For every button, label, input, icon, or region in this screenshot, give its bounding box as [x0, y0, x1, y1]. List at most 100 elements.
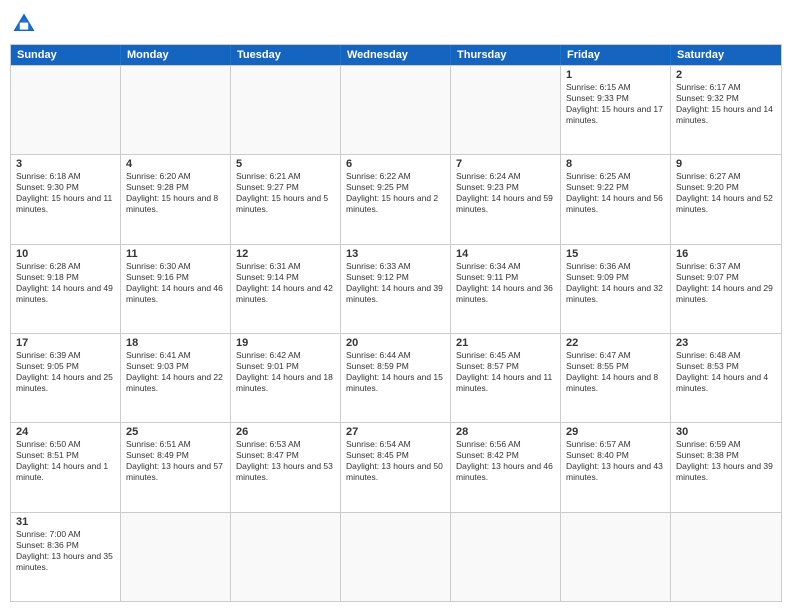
- day-cell-16: 16Sunrise: 6:37 AM Sunset: 9:07 PM Dayli…: [671, 245, 781, 333]
- day-cell-24: 24Sunrise: 6:50 AM Sunset: 8:51 PM Dayli…: [11, 423, 121, 511]
- day-info: Sunrise: 6:22 AM Sunset: 9:25 PM Dayligh…: [346, 171, 445, 215]
- day-number: 5: [236, 158, 335, 170]
- day-info: Sunrise: 6:28 AM Sunset: 9:18 PM Dayligh…: [16, 261, 115, 305]
- day-number: 15: [566, 248, 665, 260]
- calendar-body: 1Sunrise: 6:15 AM Sunset: 9:33 PM Daylig…: [11, 65, 781, 601]
- day-cell-22: 22Sunrise: 6:47 AM Sunset: 8:55 PM Dayli…: [561, 334, 671, 422]
- day-number: 2: [676, 69, 776, 81]
- calendar-row-3: 17Sunrise: 6:39 AM Sunset: 9:05 PM Dayli…: [11, 333, 781, 422]
- day-cell-25: 25Sunrise: 6:51 AM Sunset: 8:49 PM Dayli…: [121, 423, 231, 511]
- day-cell-11: 11Sunrise: 6:30 AM Sunset: 9:16 PM Dayli…: [121, 245, 231, 333]
- day-number: 30: [676, 426, 776, 438]
- day-number: 10: [16, 248, 115, 260]
- empty-cell-5-4: [451, 513, 561, 601]
- header-day-wednesday: Wednesday: [341, 45, 451, 65]
- empty-cell-5-2: [231, 513, 341, 601]
- day-number: 8: [566, 158, 665, 170]
- day-number: 18: [126, 337, 225, 349]
- day-info: Sunrise: 6:20 AM Sunset: 9:28 PM Dayligh…: [126, 171, 225, 215]
- day-info: Sunrise: 6:47 AM Sunset: 8:55 PM Dayligh…: [566, 350, 665, 394]
- empty-cell-5-6: [671, 513, 781, 601]
- day-info: Sunrise: 6:44 AM Sunset: 8:59 PM Dayligh…: [346, 350, 445, 394]
- day-cell-14: 14Sunrise: 6:34 AM Sunset: 9:11 PM Dayli…: [451, 245, 561, 333]
- day-cell-13: 13Sunrise: 6:33 AM Sunset: 9:12 PM Dayli…: [341, 245, 451, 333]
- day-cell-12: 12Sunrise: 6:31 AM Sunset: 9:14 PM Dayli…: [231, 245, 341, 333]
- day-number: 13: [346, 248, 445, 260]
- day-info: Sunrise: 6:21 AM Sunset: 9:27 PM Dayligh…: [236, 171, 335, 215]
- header-day-monday: Monday: [121, 45, 231, 65]
- header-day-tuesday: Tuesday: [231, 45, 341, 65]
- day-number: 27: [346, 426, 445, 438]
- header-day-friday: Friday: [561, 45, 671, 65]
- day-cell-5: 5Sunrise: 6:21 AM Sunset: 9:27 PM Daylig…: [231, 155, 341, 243]
- day-info: Sunrise: 6:51 AM Sunset: 8:49 PM Dayligh…: [126, 439, 225, 483]
- empty-cell-5-3: [341, 513, 451, 601]
- day-number: 25: [126, 426, 225, 438]
- empty-cell-0-2: [231, 66, 341, 154]
- day-info: Sunrise: 6:42 AM Sunset: 9:01 PM Dayligh…: [236, 350, 335, 394]
- empty-cell-5-1: [121, 513, 231, 601]
- calendar-row-0: 1Sunrise: 6:15 AM Sunset: 9:33 PM Daylig…: [11, 65, 781, 154]
- day-number: 14: [456, 248, 555, 260]
- day-number: 28: [456, 426, 555, 438]
- day-cell-6: 6Sunrise: 6:22 AM Sunset: 9:25 PM Daylig…: [341, 155, 451, 243]
- day-info: Sunrise: 6:48 AM Sunset: 8:53 PM Dayligh…: [676, 350, 776, 394]
- day-info: Sunrise: 6:24 AM Sunset: 9:23 PM Dayligh…: [456, 171, 555, 215]
- day-cell-23: 23Sunrise: 6:48 AM Sunset: 8:53 PM Dayli…: [671, 334, 781, 422]
- day-number: 23: [676, 337, 776, 349]
- day-cell-18: 18Sunrise: 6:41 AM Sunset: 9:03 PM Dayli…: [121, 334, 231, 422]
- logo: [10, 10, 42, 38]
- day-cell-8: 8Sunrise: 6:25 AM Sunset: 9:22 PM Daylig…: [561, 155, 671, 243]
- day-info: Sunrise: 6:34 AM Sunset: 9:11 PM Dayligh…: [456, 261, 555, 305]
- day-info: Sunrise: 6:25 AM Sunset: 9:22 PM Dayligh…: [566, 171, 665, 215]
- empty-cell-0-4: [451, 66, 561, 154]
- day-number: 26: [236, 426, 335, 438]
- day-number: 4: [126, 158, 225, 170]
- day-cell-2: 2Sunrise: 6:17 AM Sunset: 9:32 PM Daylig…: [671, 66, 781, 154]
- header: [10, 10, 782, 38]
- day-info: Sunrise: 7:00 AM Sunset: 8:36 PM Dayligh…: [16, 529, 115, 573]
- day-number: 9: [676, 158, 776, 170]
- empty-cell-0-1: [121, 66, 231, 154]
- calendar-row-5: 31Sunrise: 7:00 AM Sunset: 8:36 PM Dayli…: [11, 512, 781, 601]
- day-number: 19: [236, 337, 335, 349]
- day-cell-21: 21Sunrise: 6:45 AM Sunset: 8:57 PM Dayli…: [451, 334, 561, 422]
- calendar-row-2: 10Sunrise: 6:28 AM Sunset: 9:18 PM Dayli…: [11, 244, 781, 333]
- day-number: 31: [16, 516, 115, 528]
- day-info: Sunrise: 6:17 AM Sunset: 9:32 PM Dayligh…: [676, 82, 776, 126]
- day-cell-1: 1Sunrise: 6:15 AM Sunset: 9:33 PM Daylig…: [561, 66, 671, 154]
- day-info: Sunrise: 6:59 AM Sunset: 8:38 PM Dayligh…: [676, 439, 776, 483]
- day-number: 21: [456, 337, 555, 349]
- day-cell-19: 19Sunrise: 6:42 AM Sunset: 9:01 PM Dayli…: [231, 334, 341, 422]
- day-number: 22: [566, 337, 665, 349]
- header-day-saturday: Saturday: [671, 45, 781, 65]
- header-day-thursday: Thursday: [451, 45, 561, 65]
- day-cell-4: 4Sunrise: 6:20 AM Sunset: 9:28 PM Daylig…: [121, 155, 231, 243]
- day-info: Sunrise: 6:31 AM Sunset: 9:14 PM Dayligh…: [236, 261, 335, 305]
- calendar: SundayMondayTuesdayWednesdayThursdayFrid…: [10, 44, 782, 602]
- day-cell-29: 29Sunrise: 6:57 AM Sunset: 8:40 PM Dayli…: [561, 423, 671, 511]
- day-info: Sunrise: 6:57 AM Sunset: 8:40 PM Dayligh…: [566, 439, 665, 483]
- day-info: Sunrise: 6:54 AM Sunset: 8:45 PM Dayligh…: [346, 439, 445, 483]
- day-cell-9: 9Sunrise: 6:27 AM Sunset: 9:20 PM Daylig…: [671, 155, 781, 243]
- day-info: Sunrise: 6:27 AM Sunset: 9:20 PM Dayligh…: [676, 171, 776, 215]
- day-info: Sunrise: 6:37 AM Sunset: 9:07 PM Dayligh…: [676, 261, 776, 305]
- header-day-sunday: Sunday: [11, 45, 121, 65]
- day-cell-3: 3Sunrise: 6:18 AM Sunset: 9:30 PM Daylig…: [11, 155, 121, 243]
- day-cell-31: 31Sunrise: 7:00 AM Sunset: 8:36 PM Dayli…: [11, 513, 121, 601]
- day-number: 24: [16, 426, 115, 438]
- day-info: Sunrise: 6:30 AM Sunset: 9:16 PM Dayligh…: [126, 261, 225, 305]
- day-cell-30: 30Sunrise: 6:59 AM Sunset: 8:38 PM Dayli…: [671, 423, 781, 511]
- day-cell-28: 28Sunrise: 6:56 AM Sunset: 8:42 PM Dayli…: [451, 423, 561, 511]
- day-cell-15: 15Sunrise: 6:36 AM Sunset: 9:09 PM Dayli…: [561, 245, 671, 333]
- calendar-header: SundayMondayTuesdayWednesdayThursdayFrid…: [11, 45, 781, 65]
- day-info: Sunrise: 6:45 AM Sunset: 8:57 PM Dayligh…: [456, 350, 555, 394]
- day-info: Sunrise: 6:50 AM Sunset: 8:51 PM Dayligh…: [16, 439, 115, 483]
- day-number: 16: [676, 248, 776, 260]
- day-cell-20: 20Sunrise: 6:44 AM Sunset: 8:59 PM Dayli…: [341, 334, 451, 422]
- day-info: Sunrise: 6:56 AM Sunset: 8:42 PM Dayligh…: [456, 439, 555, 483]
- day-number: 17: [16, 337, 115, 349]
- day-info: Sunrise: 6:39 AM Sunset: 9:05 PM Dayligh…: [16, 350, 115, 394]
- day-cell-7: 7Sunrise: 6:24 AM Sunset: 9:23 PM Daylig…: [451, 155, 561, 243]
- day-number: 6: [346, 158, 445, 170]
